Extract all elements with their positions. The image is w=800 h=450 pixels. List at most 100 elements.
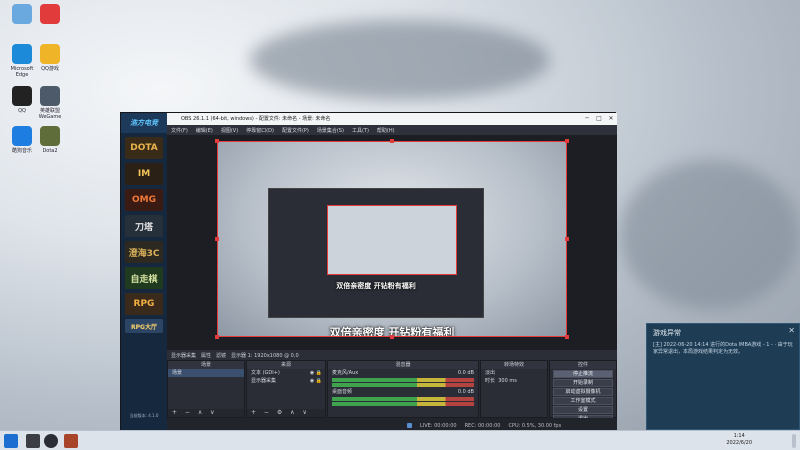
sidebar-game-tile[interactable]: OMG <box>125 189 163 211</box>
desktop-icon[interactable] <box>32 4 68 26</box>
menu-item[interactable]: 编辑(E) <box>196 127 213 134</box>
sources-dock: 来源 文本 (GDI+) ◉ 🔒 显示器采集 ◉ 🔒 + − ⚙ ∧ ∨ <box>246 360 326 418</box>
menu-item[interactable]: 帮助(H) <box>377 127 395 134</box>
kugou-icon <box>12 126 32 146</box>
control-button[interactable]: 工作室模式 <box>553 397 613 405</box>
maximize-icon[interactable]: □ <box>593 113 605 125</box>
wallpaper-shade <box>250 20 550 100</box>
close-icon[interactable]: ✕ <box>788 326 795 335</box>
notification-title: 游戏异常 <box>653 329 681 337</box>
menu-item[interactable]: 工具(T) <box>352 127 369 134</box>
show-desktop-button[interactable] <box>792 434 796 448</box>
transition-type-select[interactable]: 淡出 <box>481 369 547 377</box>
control-button[interactable]: 开始录制 <box>553 379 613 387</box>
taskbar-app-icon[interactable] <box>26 434 40 448</box>
preview-area: 双倍亲密度 开钻粉有福利 双倍亲密度 开钻粉有福利 <box>167 135 617 350</box>
resize-handle[interactable] <box>215 139 219 143</box>
sidebar-logo: 浩方电竞 <box>121 113 167 133</box>
sidebar-game-tile[interactable]: RPG <box>125 293 163 315</box>
rec-time: REC: 00:00:00 <box>464 422 501 429</box>
resize-handle[interactable] <box>565 335 569 339</box>
qq-game-icon <box>40 44 60 64</box>
source-properties-bar: 显示器采集 属性 滤镜 显示器 1: 1920x1080 @ 0,0 <box>167 350 617 360</box>
rpg-hall-button[interactable]: RPG大厅 <box>125 319 163 333</box>
edge-icon <box>12 44 32 64</box>
desktop-icon-label: 英雄联盟WeGame <box>38 108 62 120</box>
minimize-icon[interactable]: ─ <box>581 113 593 125</box>
nested-subtitle: 双倍亲密度 开钻粉有福利 <box>336 282 416 290</box>
desktop-icon[interactable]: Dota2 <box>32 126 68 154</box>
volume-meter[interactable] <box>332 378 474 382</box>
obs-taskbar-icon[interactable] <box>44 434 58 448</box>
source-item-text[interactable]: 文本 (GDI+) ◉ 🔒 <box>247 369 325 377</box>
scenes-toolbar[interactable]: + − ∧ ∨ <box>168 409 244 417</box>
desktop-icon-label: QQ游戏 <box>41 66 59 72</box>
desktop-icon[interactable]: 英雄联盟WeGame <box>32 86 68 120</box>
resize-handle[interactable] <box>390 139 394 143</box>
source-item-display[interactable]: 显示器采集 ◉ 🔒 <box>247 377 325 385</box>
mixer-channel-desktop: 桌面音频 0.0 dB <box>332 389 474 395</box>
mixer-header: 混音器 <box>328 361 478 369</box>
recycle-bin-icon <box>12 4 32 24</box>
obs-title: OBS 26.1.1 (64-bit, windows) - 配置文件: 未命名… <box>181 116 331 122</box>
resize-handle[interactable] <box>390 335 394 339</box>
sidebar-game-tile[interactable]: DOTA <box>125 137 163 159</box>
preview-canvas[interactable]: 双倍亲密度 开钻粉有福利 双倍亲密度 开钻粉有福利 <box>217 141 567 337</box>
obs-title-bar: OBS 26.1.1 (64-bit, windows) - 配置文件: 未命名… <box>167 113 617 125</box>
start-icon[interactable] <box>4 434 18 448</box>
scenes-header: 场景 <box>168 361 244 369</box>
nested-obs-preview: 双倍亲密度 开钻粉有福利 <box>268 188 484 318</box>
sidebar-game-tile[interactable]: IM <box>125 163 163 185</box>
live-indicator-icon <box>407 423 412 428</box>
control-button[interactable]: 停止推流 <box>553 370 613 378</box>
scene-item[interactable]: 场景 <box>168 369 244 377</box>
volume-meter[interactable] <box>332 397 474 401</box>
game-exception-notification[interactable]: 游戏异常 ✕ [主] 2022-06-20 14:14 进行的Dota IMBA… <box>646 323 800 430</box>
control-button[interactable]: 启动虚拟摄像机 <box>553 388 613 396</box>
menu-item[interactable]: 文件(F) <box>171 127 188 134</box>
mixer-dock: 混音器 麦克风/Aux 0.0 dB 桌面音频 0.0 dB <box>327 360 479 418</box>
wegame-icon <box>40 86 60 106</box>
visibility-icon[interactable]: ◉ 🔒 <box>310 377 325 385</box>
sidebar-game-tile[interactable]: 刀塔 <box>125 215 163 237</box>
resize-handle[interactable] <box>215 335 219 339</box>
transitions-dock: 转场特效 淡出 时长 300 ms <box>480 360 548 418</box>
controls-header: 控件 <box>550 361 616 369</box>
resize-handle[interactable] <box>215 237 219 241</box>
close-icon[interactable]: ✕ <box>605 113 617 125</box>
source-prop-button[interactable]: 属性 <box>201 352 211 359</box>
qq-icon <box>12 86 32 106</box>
resize-handle[interactable] <box>565 139 569 143</box>
sources-toolbar[interactable]: + − ⚙ ∧ ∨ <box>247 409 325 417</box>
cpu-usage: CPU: 0.5%, 30.00 fps <box>508 422 562 429</box>
menu-item[interactable]: 场景集合(S) <box>317 127 344 134</box>
desktop-icon-label: Dota2 <box>42 148 58 154</box>
taskbar-clock[interactable]: 1:14 2022/6/20 <box>726 433 752 447</box>
live-time: LIVE: 00:00:00 <box>420 422 457 429</box>
visibility-icon[interactable]: ◉ 🔒 <box>310 369 325 377</box>
scenes-dock: 场景 场景 + − ∧ ∨ <box>167 360 245 418</box>
sidebar-game-tile[interactable]: 自走棋 <box>125 267 163 289</box>
desktop-icon[interactable]: QQ游戏 <box>32 44 68 72</box>
mixer-channel-mic: 麦克风/Aux 0.0 dB <box>332 370 474 376</box>
controls-dock: 控件 停止推流开始录制启动虚拟摄像机工作室模式设置退出 <box>549 360 617 423</box>
resize-handle[interactable] <box>565 237 569 241</box>
sidebar-game-tile[interactable]: 澄海3C <box>125 241 163 263</box>
game-icon <box>40 126 60 146</box>
nested-preview-inner <box>327 205 457 275</box>
menu-item[interactable]: 视图(V) <box>221 127 238 134</box>
volume-meter[interactable] <box>332 383 474 387</box>
wallpaper-shade <box>620 160 800 310</box>
source-prop-button[interactable]: 滤镜 <box>216 352 226 359</box>
notification-body: [主] 2022-06-20 14:14 进行的Dota IMBA游戏 - 1 … <box>653 342 793 355</box>
transition-duration[interactable]: 时长 300 ms <box>481 377 547 385</box>
control-button[interactable]: 设置 <box>553 406 613 414</box>
menu-item[interactable]: 配置文件(P) <box>282 127 309 134</box>
source-prop-button[interactable]: 显示器 1: 1920x1080 @ 0,0 <box>231 352 299 359</box>
menu-item[interactable]: 停靠窗口(D) <box>246 127 274 134</box>
selected-source-label: 显示器采集 <box>171 352 197 359</box>
taskbar-app-icon[interactable] <box>64 434 78 448</box>
sidebar-version: 当前版本: 4.1.0 <box>129 413 159 418</box>
sources-header: 来源 <box>247 361 325 369</box>
volume-meter[interactable] <box>332 402 474 406</box>
